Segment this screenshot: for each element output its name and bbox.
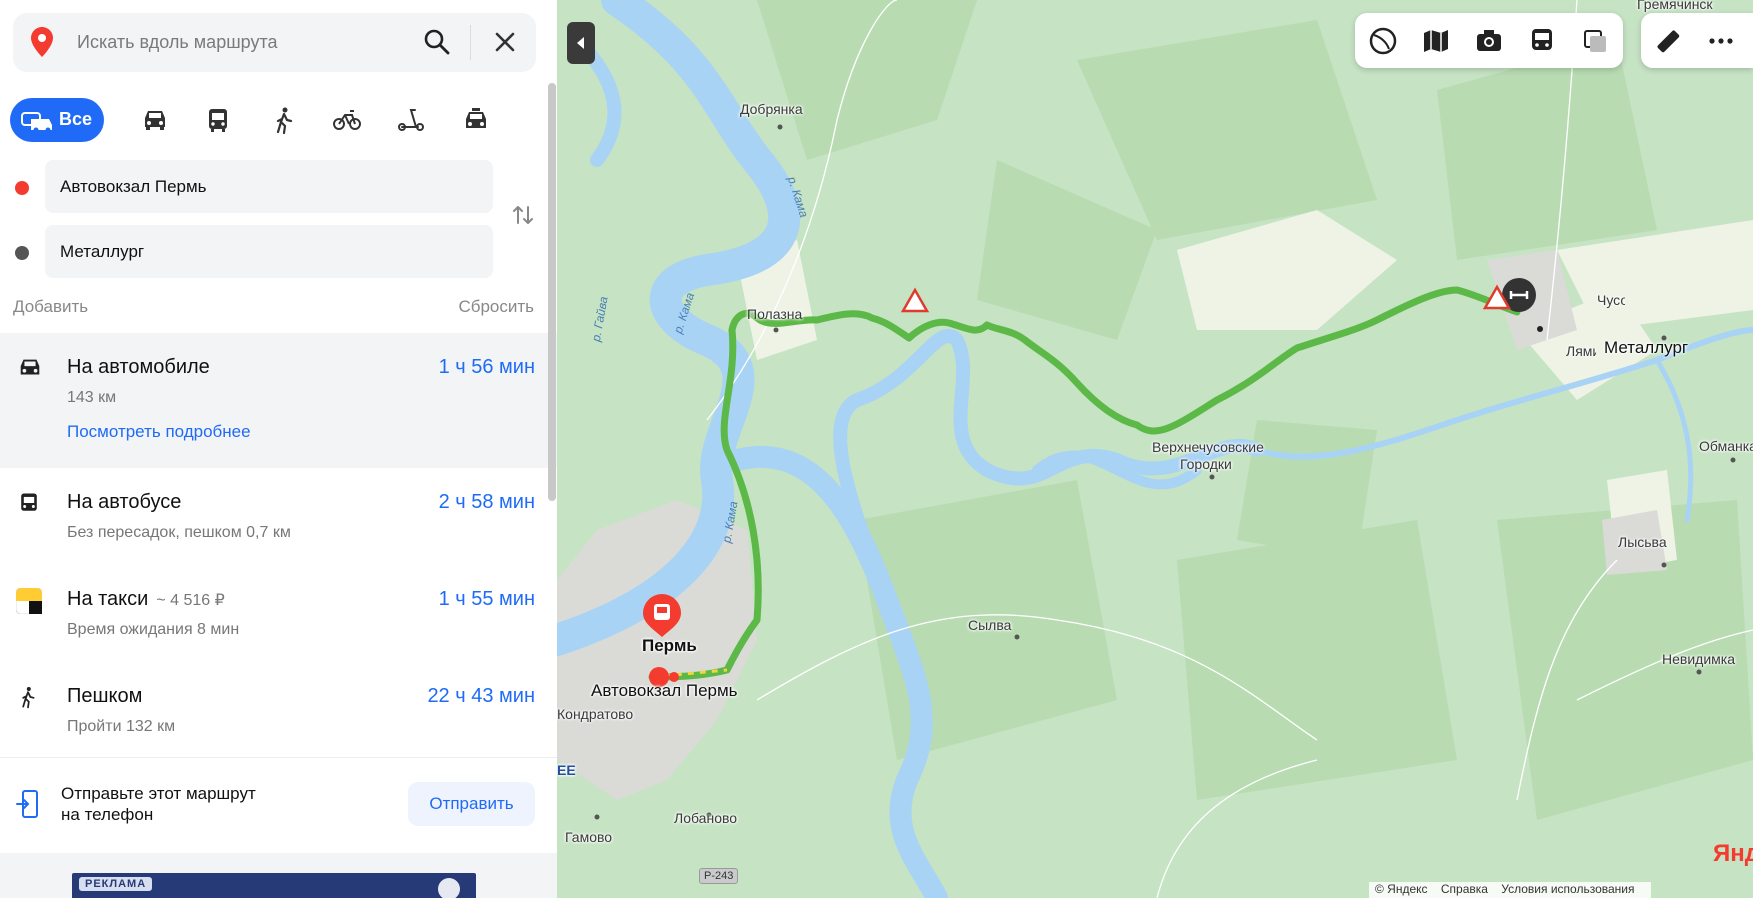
yandex-logo: Янд [1713,840,1753,868]
route-option-walk[interactable]: Пешком 22 ч 43 мин Пройти 132 км [0,662,557,757]
mode-all-label: Все [59,109,93,129]
route-taxi-name-text: На такси [67,588,149,610]
route-taxi-wait: Время ожидания 8 мин [67,621,240,638]
route-taxi-price: ~ 4 516 ₽ [156,592,225,609]
end-point-dot [15,246,29,260]
map-tools-toolbar [1641,13,1753,68]
map-layer-icon[interactable] [1580,26,1610,56]
route-option-bus[interactable]: На автобусе 2 ч 58 мин Без пересадок, пе… [0,468,557,565]
send-text-line1: Отправьте этот маршрут [61,784,256,803]
route-option-car[interactable]: На автомобиле 1 ч 56 мин 143 км Посмотре… [0,333,557,468]
route-search-box: Искать вдоль маршрута [13,13,536,72]
bicycle-icon[interactable] [332,106,362,134]
help-link[interactable]: Справка [1441,882,1488,896]
bus-icon[interactable] [203,106,233,134]
sidebar-scrollbar[interactable] [548,83,556,501]
route-bus-details: Без пересадок, пешком 0,7 км [67,524,291,541]
route-walk-name: Пешком [67,685,143,707]
route-walk-distance: Пройти 132 км [67,718,176,735]
panorama-map-icon[interactable] [1421,26,1451,56]
walk-icon[interactable] [269,106,299,134]
search-divider [470,25,471,60]
route-option-taxi[interactable]: На такси ~ 4 516 ₽ 1 ч 55 мин Время ожида… [0,565,557,662]
more-options-icon[interactable] [438,878,460,898]
map-label-lyami: Лямино [1566,343,1596,359]
more-options-icon[interactable] [1706,26,1736,56]
map-label-gorodki: Городки [1180,456,1232,472]
road-number-sign: Р-243 [699,868,739,884]
ad-banner[interactable]: РЕКЛАМА [72,873,476,898]
map-label-gremyachinsk: Гремячинск [1637,0,1713,12]
search-input[interactable]: Искать вдоль маршрута [77,32,278,53]
map-label-dobryanka: Добрянка [740,101,803,117]
route-bus-name: На автобусе [67,491,182,513]
collapse-panel-button[interactable] [567,22,595,64]
map-label-lobanovo: Лобаново [674,810,738,826]
route-car-distance: 143 км [67,389,117,406]
ad-tag: РЕКЛАМА [79,877,153,891]
terms-link[interactable]: Условия использования [1501,882,1634,896]
scooter-icon[interactable] [396,106,426,134]
map-label-sylva: Сылва [968,617,1012,633]
route-panel: Искать вдоль маршрута Все Автовокзал Пер… [0,0,557,898]
search-icon[interactable] [423,28,451,56]
map-label-polazna: Полазна [747,306,803,322]
map-label-nevidimka: Невидимка [1662,651,1735,667]
car-icon [20,359,40,375]
map-label-metallurg: Металлург [1604,338,1689,357]
reset-link[interactable]: Сбросить [458,297,534,317]
send-to-phone-icon [16,790,38,818]
yandex-taxi-icon [16,588,42,614]
ruler-icon[interactable] [1653,26,1683,56]
send-text-line2: на телефон [61,805,154,824]
camera-icon[interactable] [1474,26,1504,56]
walk-icon [22,687,35,709]
chevron-left-icon [577,37,584,49]
divider [0,757,557,758]
copyright-brand: © Яндекс [1375,882,1428,896]
map-label-chusovoy: Чусовой [1597,292,1625,308]
map-copyright: © Яндекс Справка Условия использования [1369,882,1651,898]
transport-mode-selector: Все [10,98,550,142]
map-layers-toolbar [1355,13,1623,68]
route-bus-time: 2 ч 58 мин [438,491,535,513]
mode-all-button[interactable]: Все [10,98,104,142]
map-view[interactable]: Добрянка Полазна Верхнечусовские Городки… [557,0,1753,898]
transit-bus-icon[interactable] [1527,26,1557,56]
layers-circle-icon[interactable] [1368,26,1398,56]
map-label-verkhnechusovskie: Верхнечусовские [1152,439,1264,455]
from-field-value: Автовокзал Пермь [60,177,207,196]
swap-icon[interactable] [511,203,535,227]
to-field[interactable]: Металлург [45,225,493,278]
all-transport-icon [21,112,52,133]
close-icon[interactable] [493,30,517,54]
add-point-link[interactable]: Добавить [13,297,88,317]
map-label-edge: EE [557,762,576,778]
yandex-logo-text: Янд [1713,840,1753,867]
route-car-time: 1 ч 56 мин [438,356,535,378]
start-point-dot [15,181,29,195]
map-label-kondratovo: Кондратово [557,706,634,722]
route-walk-time: 22 ч 43 мин [427,685,535,707]
send-to-phone-button[interactable]: Отправить [408,782,535,826]
location-pin-icon [31,27,53,57]
taxi-icon[interactable] [461,106,491,134]
map-label-obmanka: Обманка [1699,438,1753,454]
bus-icon [21,493,37,511]
route-details-link[interactable]: Посмотреть подробнее [67,422,251,442]
map-label-gamovo: Гамово [565,829,613,845]
route-car-name: На автомобиле [67,356,210,378]
route-taxi-name: На такси ~ 4 516 ₽ [67,588,225,611]
map-label-bus-station: Автовокзал Пермь [591,681,738,700]
to-field-value: Металлург [60,242,145,261]
car-icon[interactable] [140,106,170,134]
from-field[interactable]: Автовокзал Пермь [45,160,493,213]
route-taxi-time: 1 ч 55 мин [438,588,535,610]
map-label-perm: Пермь [642,636,697,655]
map-label-lysva: Лысьва [1618,534,1667,550]
